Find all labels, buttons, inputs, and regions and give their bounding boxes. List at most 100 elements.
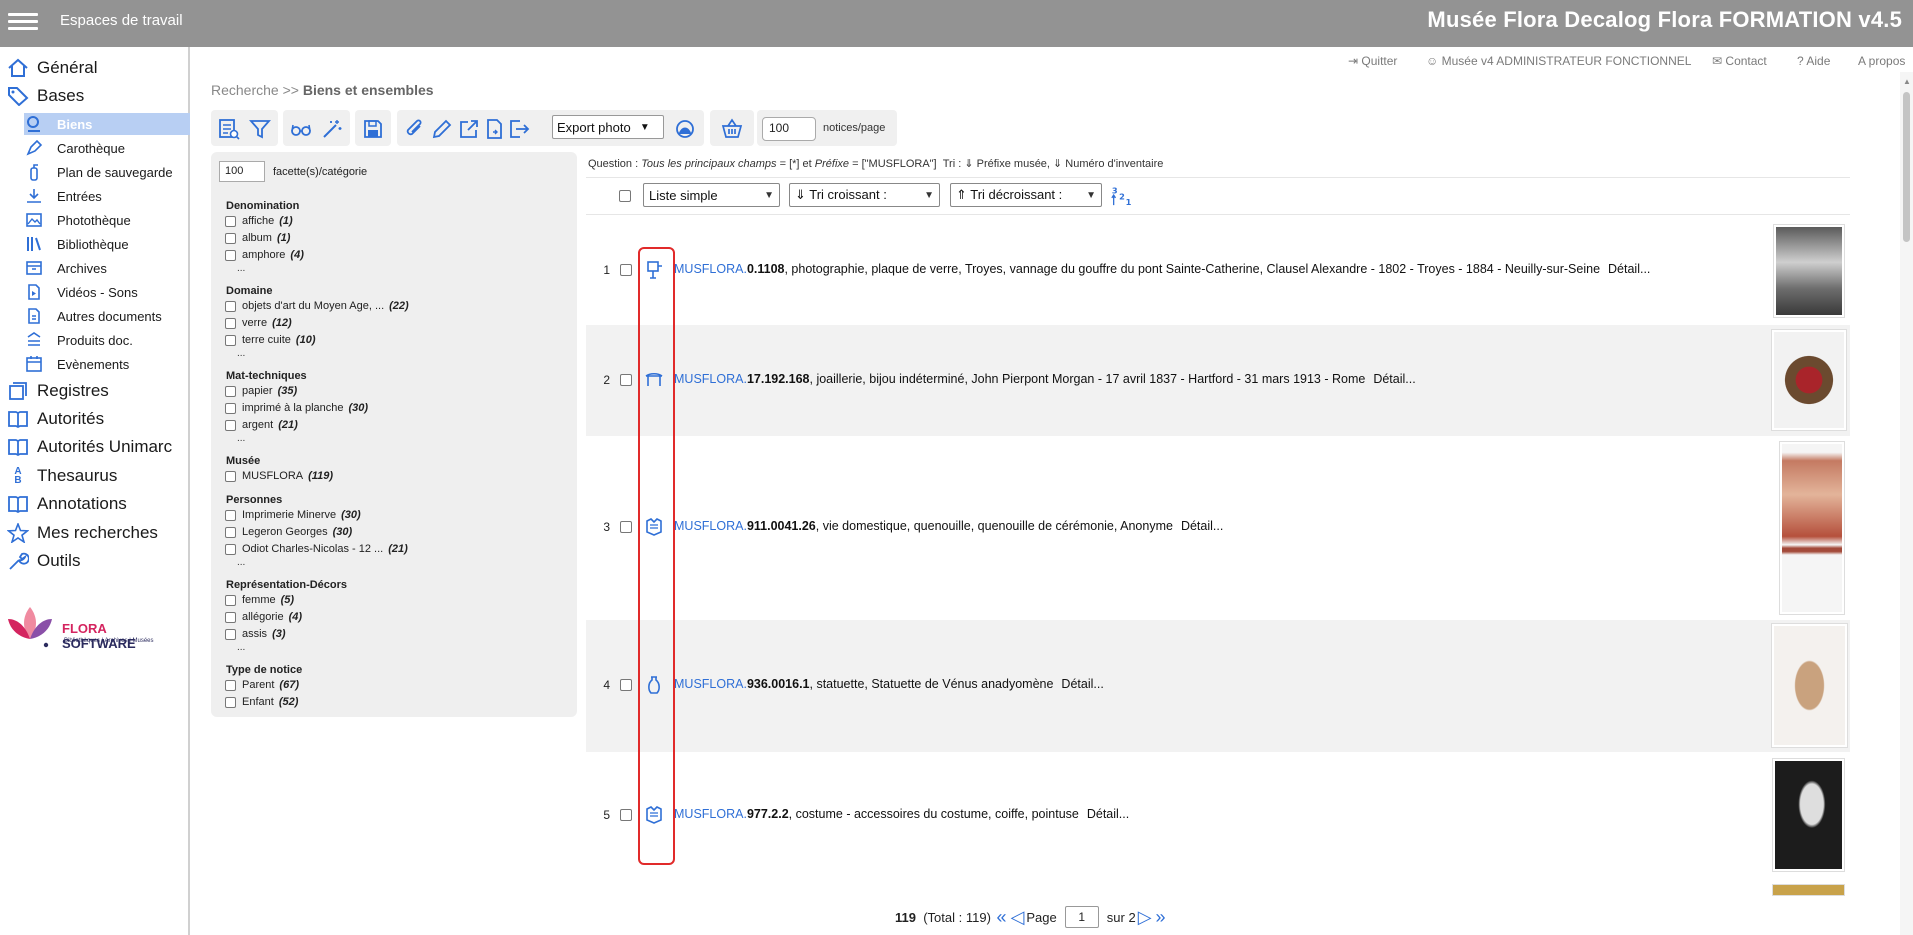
- facet-checkbox[interactable]: [225, 470, 236, 482]
- facet-item[interactable]: Legeron Georges (30): [225, 525, 352, 539]
- result-detail-link[interactable]: Détail...: [1181, 519, 1223, 533]
- nav-sub-produits-doc[interactable]: Produits doc.: [24, 329, 133, 351]
- nav-general[interactable]: Général: [6, 57, 97, 79]
- facet-checkbox[interactable]: [225, 594, 236, 606]
- facet-item[interactable]: papier (35): [225, 384, 297, 398]
- select-all-checkbox[interactable]: [619, 190, 631, 202]
- facet-checkbox[interactable]: [225, 385, 236, 397]
- help-link[interactable]: ? Aide: [1797, 54, 1830, 68]
- facet-item[interactable]: femme (5): [225, 593, 294, 607]
- facet-checkbox[interactable]: [225, 249, 236, 261]
- result-thumbnail[interactable]: [1773, 224, 1845, 318]
- facet-more-link[interactable]: ...: [237, 642, 245, 653]
- facet-checkbox[interactable]: [225, 232, 236, 244]
- nav-sub-bibliotheque[interactable]: Bibliothèque: [24, 233, 129, 255]
- contact-link[interactable]: ✉ Contact: [1712, 54, 1767, 68]
- result-detail-link[interactable]: Détail...: [1373, 372, 1415, 386]
- facet-checkbox[interactable]: [225, 628, 236, 640]
- facet-item[interactable]: assis (3): [225, 627, 286, 641]
- nav-autorites[interactable]: Autorités: [6, 408, 104, 430]
- nav-sub-carotheque[interactable]: Carothèque: [24, 137, 125, 159]
- facet-count-input[interactable]: 100: [219, 161, 265, 182]
- facet-checkbox[interactable]: [225, 402, 236, 414]
- facet-item[interactable]: amphore (4): [225, 248, 304, 262]
- sort-numeric-icon[interactable]: 321: [1110, 185, 1132, 207]
- facet-item[interactable]: objets d'art du Moyen Age, ... (22): [225, 299, 409, 313]
- hamburger-menu-icon[interactable]: [8, 9, 38, 35]
- nav-bases[interactable]: Bases: [6, 85, 84, 107]
- export-doc-icon[interactable]: [484, 118, 506, 140]
- facet-checkbox[interactable]: [225, 696, 236, 708]
- facet-item[interactable]: Enfant (52): [225, 695, 298, 709]
- external-link-icon[interactable]: [458, 118, 480, 140]
- result-detail-link[interactable]: Détail...: [1087, 807, 1129, 821]
- result-checkbox[interactable]: [620, 679, 632, 691]
- facet-more-link[interactable]: ...: [237, 348, 245, 359]
- facet-checkbox[interactable]: [225, 543, 236, 555]
- export-icon[interactable]: [508, 118, 530, 140]
- result-thumbnail[interactable]: [1771, 329, 1847, 431]
- prev-page-icon[interactable]: ◁: [1011, 907, 1025, 928]
- facet-item[interactable]: Parent (67): [225, 678, 299, 692]
- facet-item[interactable]: imprimé à la planche (30): [225, 401, 368, 415]
- facet-checkbox[interactable]: [225, 509, 236, 521]
- scroll-up-icon[interactable]: ▲: [1903, 77, 1911, 86]
- filter-icon[interactable]: [249, 118, 271, 140]
- display-mode-select[interactable]: Liste simple ▼: [643, 183, 780, 207]
- facet-item[interactable]: allégorie (4): [225, 610, 302, 624]
- result-detail-link[interactable]: Détail...: [1061, 677, 1103, 691]
- sort-ascending-select[interactable]: ⇓ Tri croissant : ▼: [789, 183, 940, 207]
- paperclip-icon[interactable]: [404, 118, 426, 140]
- nav-sub-autres-documents[interactable]: Autres documents: [24, 305, 162, 327]
- nav-outils[interactable]: Outils: [6, 550, 80, 572]
- nav-sub-plan-sauvegarde[interactable]: Plan de sauvegarde: [24, 161, 173, 183]
- facet-item[interactable]: affiche (1): [225, 214, 293, 228]
- last-page-icon[interactable]: »: [1156, 907, 1166, 928]
- facet-item[interactable]: Imprimerie Minerve (30): [225, 508, 361, 522]
- facet-checkbox[interactable]: [225, 526, 236, 538]
- vertical-scrollbar[interactable]: ▲: [1900, 72, 1913, 935]
- nav-thesaurus[interactable]: AB Thesaurus: [6, 465, 117, 487]
- facet-checkbox[interactable]: [225, 317, 236, 329]
- export-select[interactable]: Export photo ▼: [552, 115, 664, 139]
- facet-checkbox[interactable]: [225, 300, 236, 312]
- result-prefix-link[interactable]: MUSFLORA.: [674, 372, 747, 386]
- facet-item[interactable]: argent (21): [225, 418, 298, 432]
- nav-autorites-unimarc[interactable]: Autorités Unimarc: [6, 436, 172, 458]
- basket-icon[interactable]: [721, 118, 743, 140]
- workspace-link[interactable]: Espaces de travail: [60, 12, 183, 29]
- facet-more-link[interactable]: ...: [237, 263, 245, 274]
- result-checkbox[interactable]: [620, 809, 632, 821]
- result-thumbnail[interactable]: [1779, 441, 1845, 615]
- facet-item[interactable]: Odiot Charles-Nicolas - 12 ... (21): [225, 542, 408, 556]
- nav-sub-biens[interactable]: Biens: [24, 113, 190, 135]
- facet-checkbox[interactable]: [225, 679, 236, 691]
- facet-item[interactable]: verre (12): [225, 316, 292, 330]
- result-thumbnail[interactable]: [1771, 623, 1848, 748]
- user-link[interactable]: ☺ Musée v4 ADMINISTRATEUR FONCTIONNEL: [1426, 54, 1691, 68]
- facet-checkbox[interactable]: [225, 215, 236, 227]
- facet-item[interactable]: terre cuite (10): [225, 333, 315, 347]
- result-thumbnail[interactable]: [1772, 758, 1845, 872]
- facet-more-link[interactable]: ...: [237, 557, 245, 568]
- quit-link[interactable]: ⇥ Quitter: [1348, 54, 1397, 68]
- nav-sub-archives[interactable]: Archives: [24, 257, 107, 279]
- nav-annotations[interactable]: Annotations: [6, 493, 127, 515]
- result-prefix-link[interactable]: MUSFLORA.: [674, 519, 747, 533]
- result-detail-link[interactable]: Détail...: [1608, 262, 1650, 276]
- facet-checkbox[interactable]: [225, 419, 236, 431]
- breadcrumb-root[interactable]: Recherche: [211, 82, 279, 98]
- nav-registres[interactable]: Registres: [6, 380, 109, 402]
- per-page-input[interactable]: 100: [762, 117, 816, 141]
- result-prefix-link[interactable]: MUSFLORA.: [674, 262, 747, 276]
- glasses-icon[interactable]: [290, 118, 312, 140]
- about-link[interactable]: A propos: [1858, 54, 1905, 68]
- facet-checkbox[interactable]: [225, 611, 236, 623]
- nav-sub-videos-sons[interactable]: Vidéos - Sons: [24, 281, 138, 303]
- nav-sub-entrees[interactable]: Entrées: [24, 185, 102, 207]
- results-list-icon[interactable]: [218, 118, 240, 140]
- edit-pencil-icon[interactable]: [431, 118, 453, 140]
- facet-checkbox[interactable]: [225, 334, 236, 346]
- photo-share-icon[interactable]: [674, 118, 696, 140]
- nav-sub-phototheque[interactable]: Photothèque: [24, 209, 131, 231]
